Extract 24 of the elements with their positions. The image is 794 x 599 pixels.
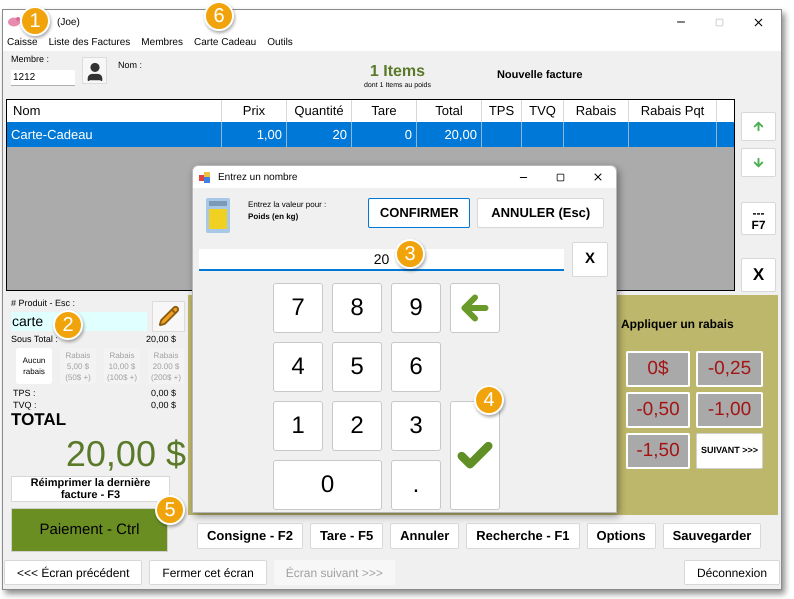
dialog-title: Entrez un nombre bbox=[218, 170, 298, 184]
total-amount: 20,00 $ bbox=[66, 434, 186, 474]
discount-panel-title: Appliquer un rabais bbox=[621, 316, 735, 333]
item-count: 1 Items bbox=[370, 63, 426, 81]
field-name: Poids (en kg) bbox=[248, 211, 300, 223]
table-cell: Carte-Cadeau bbox=[7, 122, 222, 147]
invoice-status: Nouvelle facture bbox=[496, 68, 583, 83]
member-label: Membre : bbox=[11, 53, 50, 66]
tax-label: TPS : bbox=[13, 387, 36, 399]
table-cell: 20 bbox=[287, 122, 352, 147]
total-label: TOTAL bbox=[11, 411, 68, 429]
tax-value: 0,00 $ bbox=[150, 399, 176, 411]
name-label: Nom : bbox=[118, 59, 142, 72]
prompt-text: Entrez la valeur pour : bbox=[248, 199, 326, 211]
subtotal-value: 20,00 $ bbox=[146, 332, 176, 346]
window-title: (Joe) bbox=[57, 16, 80, 30]
tax-value: 0,00 $ bbox=[150, 387, 176, 399]
table-cell: 20,00 bbox=[417, 122, 482, 147]
product-label: # Produit - Esc : bbox=[11, 297, 76, 310]
callout-tooltip: 6 bbox=[204, 1, 234, 31]
tax-label: TVQ : bbox=[13, 399, 37, 411]
nav-button: Écran suivant >>> bbox=[274, 560, 395, 585]
table-cell: 1,00 bbox=[222, 122, 287, 147]
table-cell: 0 bbox=[352, 122, 417, 147]
